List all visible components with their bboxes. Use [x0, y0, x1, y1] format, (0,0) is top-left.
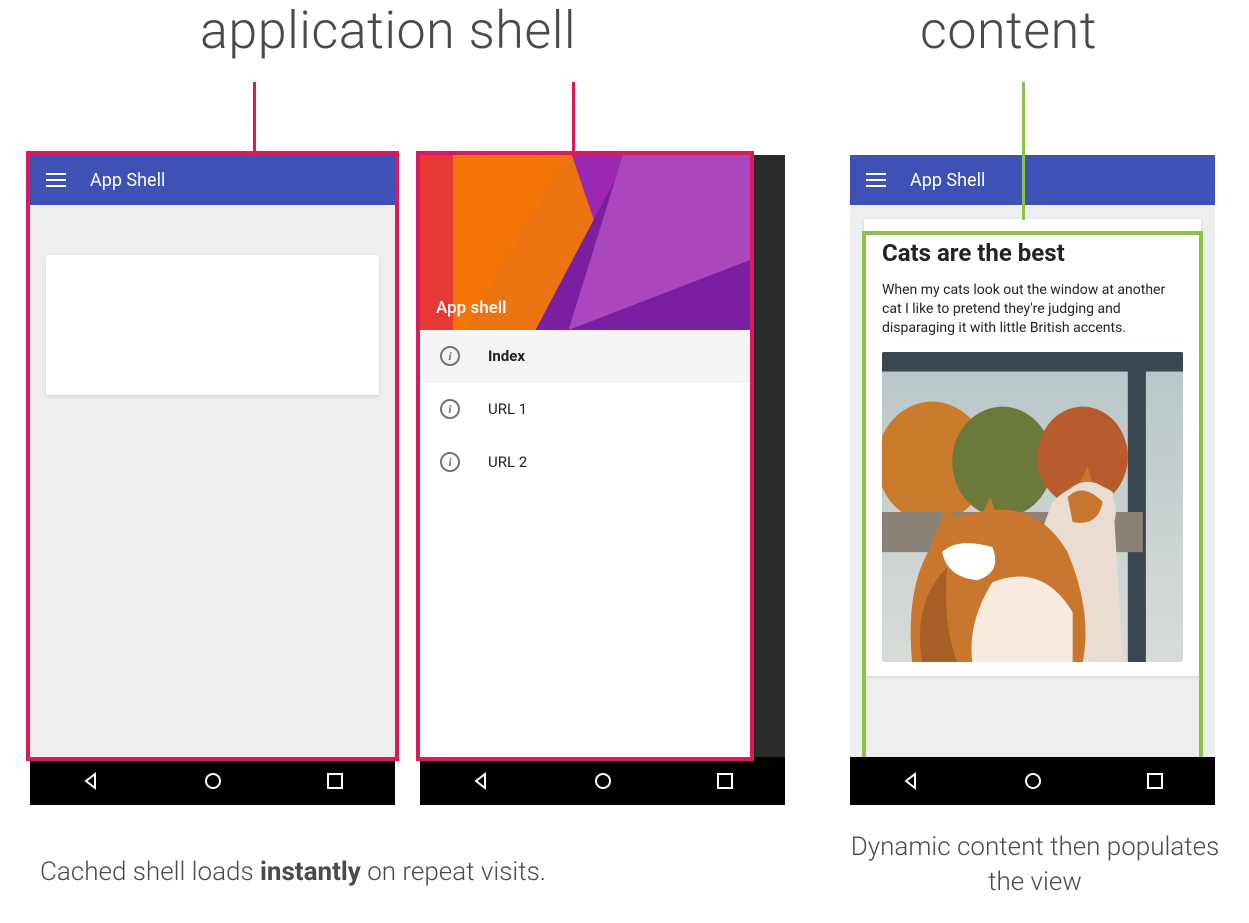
android-nav-bar: [30, 757, 395, 805]
app-bar: App Shell: [30, 155, 395, 205]
info-icon: i: [440, 452, 460, 472]
caption-shell: Cached shell loads instantly on repeat v…: [40, 855, 780, 890]
nav-recents-icon[interactable]: [716, 772, 734, 790]
article-body: When my cats look out the window at anot…: [882, 281, 1183, 338]
connector-shell-left: [253, 82, 256, 157]
heading-content: content: [920, 0, 1097, 61]
drawer-item-label: URL 1: [488, 400, 527, 418]
drawer-item-url1[interactable]: i URL 1: [420, 383, 750, 436]
drawer-list: i Index i URL 1 i URL 2: [420, 330, 750, 757]
hamburger-icon[interactable]: [866, 173, 886, 187]
connector-content: [1022, 82, 1025, 220]
caption-shell-bold: instantly: [260, 857, 361, 887]
connector-shell-right: [572, 82, 575, 157]
app-bar-title: App Shell: [910, 170, 985, 191]
caption-shell-pre: Cached shell loads: [40, 857, 260, 887]
drawer-scrim[interactable]: [750, 155, 785, 757]
drawer-item-url2[interactable]: i URL 2: [420, 436, 750, 489]
drawer-header: App shell: [420, 155, 750, 330]
caption-shell-post: on repeat visits.: [361, 857, 546, 887]
hamburger-icon[interactable]: [46, 173, 66, 187]
app-bar: App Shell: [850, 155, 1215, 205]
nav-back-icon[interactable]: [81, 771, 101, 791]
drawer-item-label: URL 2: [488, 453, 527, 471]
nav-recents-icon[interactable]: [326, 772, 344, 790]
nav-home-icon[interactable]: [1023, 771, 1043, 791]
article-title: Cats are the best: [882, 239, 1183, 267]
drawer-header-label: App shell: [436, 298, 506, 318]
info-icon: i: [440, 399, 460, 419]
android-nav-bar: [420, 757, 785, 805]
nav-back-icon[interactable]: [471, 771, 491, 791]
nav-home-icon[interactable]: [593, 771, 613, 791]
drawer-item-label: Index: [488, 347, 525, 365]
app-bar-title: App Shell: [90, 170, 165, 191]
android-nav-bar: [850, 757, 1215, 805]
article-card: Cats are the best When my cats look out …: [864, 219, 1201, 676]
article-image: [882, 352, 1183, 662]
caption-content: Dynamic content then populates the view: [850, 830, 1220, 900]
phone-shell-drawer: App shell i Index i URL 1 i U: [420, 155, 785, 805]
nav-recents-icon[interactable]: [1146, 772, 1164, 790]
nav-back-icon[interactable]: [901, 771, 921, 791]
heading-application-shell: application shell: [200, 0, 576, 61]
phone-content: App Shell Cats are the best When my cats…: [850, 155, 1215, 805]
nav-drawer: App shell i Index i URL 1 i U: [420, 155, 750, 757]
phone-shell-empty: App Shell: [30, 155, 395, 805]
info-icon: i: [440, 346, 460, 366]
content-placeholder-card: [46, 255, 379, 395]
drawer-item-index[interactable]: i Index: [420, 330, 750, 383]
nav-home-icon[interactable]: [203, 771, 223, 791]
